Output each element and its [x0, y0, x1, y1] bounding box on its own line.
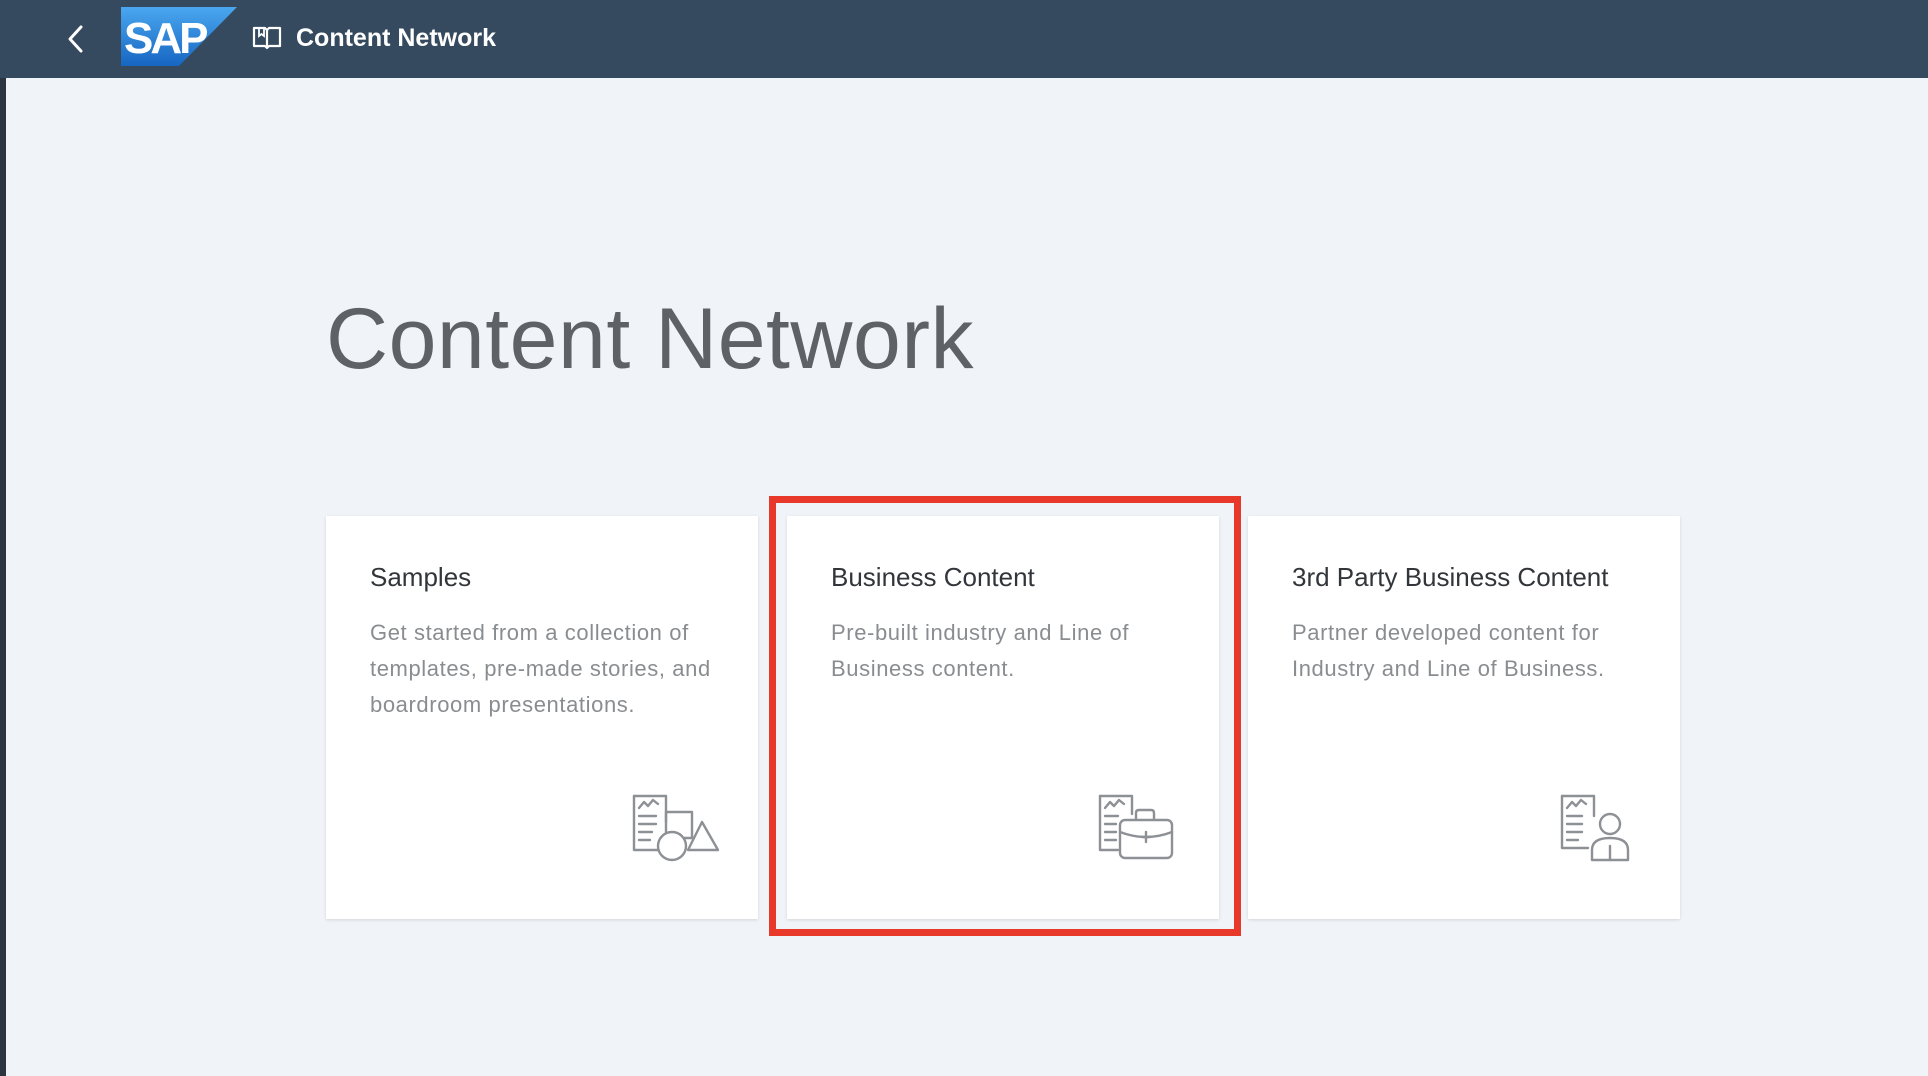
- shell-bar: SAP Content Network: [0, 0, 1928, 78]
- card-business-content[interactable]: Business Content Pre-built industry and …: [787, 516, 1219, 919]
- card-3rd-party-business-content[interactable]: 3rd Party Business Content Partner devel…: [1248, 516, 1680, 919]
- card-description: Get started from a collection of templat…: [370, 620, 711, 717]
- app-title: Content Network: [296, 24, 496, 52]
- book-icon: [252, 26, 282, 50]
- card-samples[interactable]: Samples Get started from a collection of…: [326, 516, 758, 919]
- card-title: Samples: [370, 562, 472, 592]
- card-description: Partner developed content for Industry a…: [1292, 620, 1605, 681]
- back-button[interactable]: [56, 19, 96, 59]
- document-shapes-icon: [632, 794, 720, 862]
- card-title: Business Content: [831, 562, 1035, 592]
- page-title: Content Network: [326, 291, 975, 387]
- chevron-left-icon: [68, 25, 83, 53]
- svg-text:SAP: SAP: [124, 14, 207, 63]
- sap-logo[interactable]: SAP: [121, 7, 237, 66]
- document-briefcase-icon: [1098, 794, 1174, 860]
- page: SAP Content Network Content Network Samp…: [0, 0, 1928, 1076]
- document-person-icon: [1560, 794, 1630, 862]
- window-edge: [0, 0, 6, 1076]
- card-description: Pre-built industry and Line of Business …: [831, 620, 1130, 681]
- card-title: 3rd Party Business Content: [1292, 562, 1609, 592]
